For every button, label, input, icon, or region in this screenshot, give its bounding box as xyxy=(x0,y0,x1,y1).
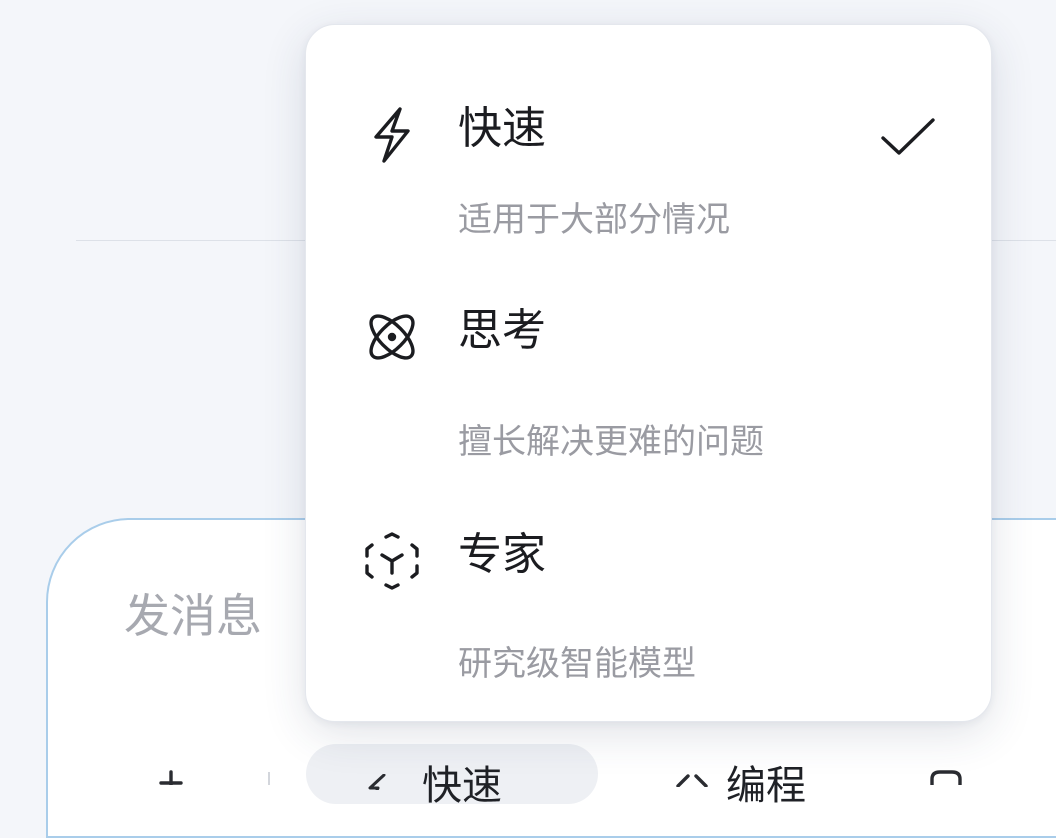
code-icon[interactable] xyxy=(674,772,710,788)
model-select-menu: 快速 适用于大部分情况 思考 擅长解决更难的问题 专家 研究级智能模型 xyxy=(305,24,992,722)
lightning-icon xyxy=(364,773,390,801)
cube-icon xyxy=(362,531,422,591)
model-option-expert[interactable]: 专家 研究级智能模型 xyxy=(306,501,991,701)
lightning-icon xyxy=(362,105,422,165)
model-option-title: 思考 xyxy=(458,305,546,356)
model-option-description: 适用于大部分情况 xyxy=(458,200,730,240)
more-tools-icon[interactable] xyxy=(930,770,962,787)
model-option-description: 擅长解决更难的问题 xyxy=(458,422,764,462)
add-attachment-icon[interactable] xyxy=(158,770,184,787)
model-option-thinking[interactable]: 思考 擅长解决更难的问题 xyxy=(306,277,991,477)
message-input-placeholder[interactable]: 发消息 xyxy=(124,593,262,639)
toolbar-separator xyxy=(268,772,270,785)
composer-toolbar: 快速 编程 xyxy=(100,740,1056,806)
model-option-title: 专家 xyxy=(458,529,546,580)
model-option-description: 研究级智能模型 xyxy=(458,644,696,684)
model-option-title: 快速 xyxy=(458,103,546,154)
checkmark-icon xyxy=(880,115,936,159)
atom-icon xyxy=(362,307,422,367)
model-option-fast[interactable]: 快速 适用于大部分情况 xyxy=(306,51,991,251)
model-mode-button[interactable]: 快速 xyxy=(306,744,598,809)
code-mode-button[interactable]: 编程 xyxy=(726,766,806,806)
model-mode-label: 快速 xyxy=(422,763,502,809)
